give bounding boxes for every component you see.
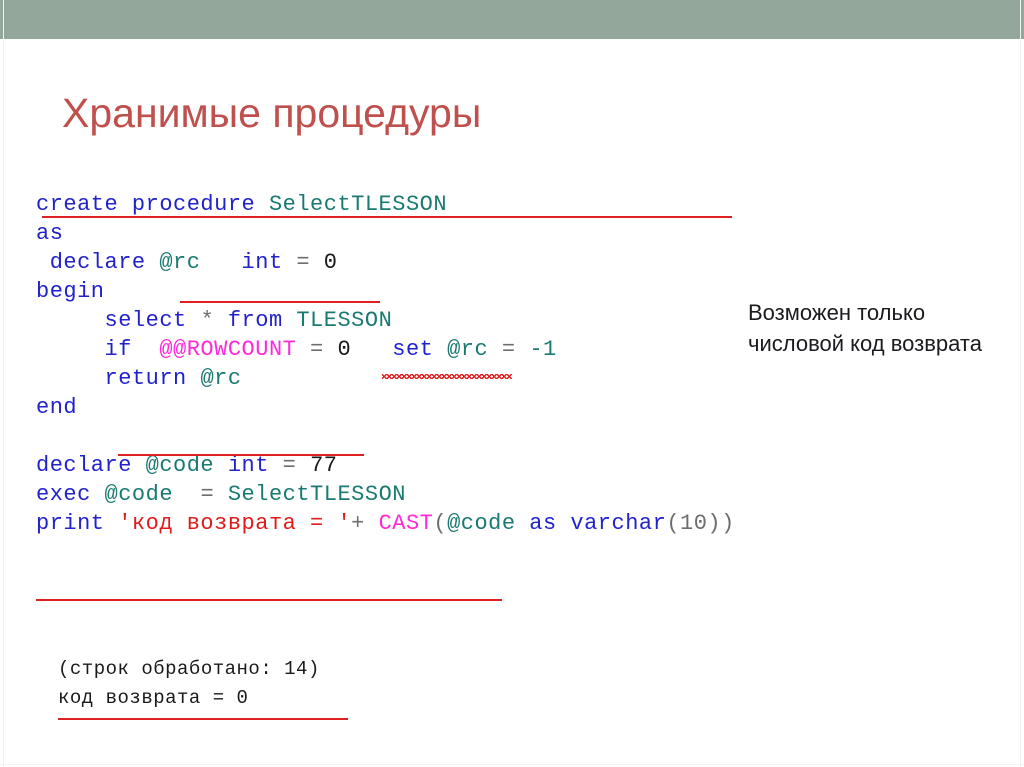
code-token: 'код возврата = ' [118,511,352,536]
code-token: int [227,453,269,478]
code-token: = [296,337,338,362]
code-token: create procedure [36,192,269,217]
code-token: @rc [447,337,489,362]
output-line: (строк обработано: 14) [58,658,320,680]
slide-frame-left [3,0,4,767]
code-line: print 'код возврата = '+ CAST(@code as v… [36,509,735,538]
code-token: TLESSON [296,308,393,333]
slide-canvas: Хранимые процедуры create procedure Sele… [0,0,1024,767]
code-token: @code [447,511,516,536]
code-token: set [392,337,448,362]
code-token: declare [36,250,160,275]
code-token: (10)) [666,511,735,536]
code-token: select [36,308,201,333]
query-output-block: (строк обработано: 14) код возврата = 0 [58,655,320,713]
code-line: declare @rc int = 0 [36,248,735,277]
underline-exec-print [36,599,502,601]
code-token: 0 [337,337,352,362]
underline-return-rc [118,454,364,456]
underline-create-procedure [42,216,732,218]
code-token: @code [104,482,174,507]
code-token: = [268,453,311,478]
code-line: end [36,393,735,422]
code-token: print [36,511,119,536]
code-line: as [36,219,735,248]
code-token: @code [145,453,215,478]
code-token: begin [36,279,105,304]
code-token: 77 [310,453,338,478]
code-token: ( [433,511,448,536]
code-line: begin [36,277,735,306]
slide-top-band [0,0,1024,39]
code-line: exec @code = SelectTLESSON [36,480,735,509]
code-token: = [488,337,530,362]
code-token: = [282,250,324,275]
slide-title: Хранимые процедуры [62,90,482,136]
code-token: exec [36,482,105,507]
code-token: from [227,308,297,333]
code-token: + [351,511,379,536]
code-token: @rc [200,366,242,391]
code-token: SelectTLESSON [227,482,406,507]
code-token: -1 [529,337,557,362]
underline-declare-rc [180,301,380,303]
code-token: * [200,308,228,333]
code-token: end [36,395,78,420]
sql-code-block: create procedure SelectTLESSON as declare… [36,190,735,538]
code-token: @rc [159,250,201,275]
code-token: declare [36,453,146,478]
slide-frame-bottom [0,764,1024,765]
code-token: CAST [378,511,434,536]
code-token: SelectTLESSON [268,192,448,217]
squiggle-underline-tlesson [382,374,512,379]
code-line: if @@ROWCOUNT = 0 set @rc = -1 [36,335,735,364]
underline-output-code [58,718,348,720]
output-line: код возврата = 0 [58,687,249,709]
code-token: 0 [323,250,338,275]
side-note: Возможен только числовой код возврата [748,300,982,356]
code-token: = [200,482,228,507]
code-token: as [36,221,64,246]
code-token: if [36,337,160,362]
code-token: @@ROWCOUNT [159,337,297,362]
code-line: select * from TLESSON [36,306,735,335]
slide-frame-right [1020,0,1021,767]
code-token: int [241,250,283,275]
code-line: create procedure SelectTLESSON [36,190,735,219]
code-token: return [36,366,201,391]
code-token: as varchar [515,511,667,536]
